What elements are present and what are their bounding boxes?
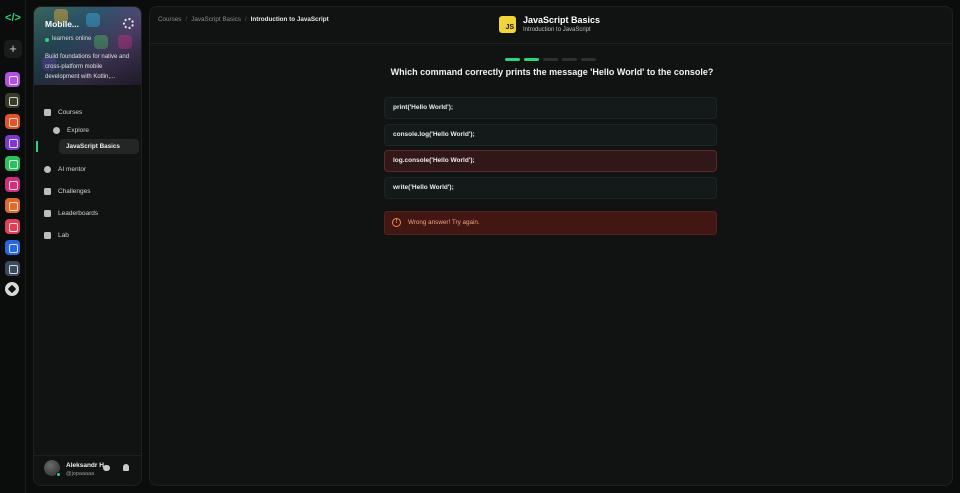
- course-subtitle: Introduction to JavaScript: [523, 27, 591, 33]
- app-pink-icon[interactable]: [5, 219, 20, 234]
- breadcrumb-item-course[interactable]: JavaScript Basics: [191, 16, 241, 23]
- online-count: learners online: [52, 36, 92, 42]
- active-indicator: [36, 141, 38, 152]
- main-panel: Courses / JavaScript Basics / Introduction t…: [149, 6, 953, 486]
- quiz-question: Which command correctly prints the messa…: [390, 67, 714, 77]
- sidebar-item-label: Leaderboards: [58, 209, 99, 217]
- progress-step: [562, 58, 577, 61]
- app-purple-infinity-icon[interactable]: [5, 135, 20, 150]
- answer-option[interactable]: write('Hello World');: [384, 177, 717, 199]
- feedback-alert: ! Wrong answer! Try again.: [384, 211, 717, 235]
- sidebar-item-label: Challenges: [58, 187, 91, 195]
- sidebar-item-label: Explore: [67, 126, 90, 134]
- breadcrumb-item-courses[interactable]: Courses: [158, 16, 181, 23]
- breadcrumb: Courses / JavaScript Basics / Introduction t…: [158, 16, 329, 23]
- answer-option[interactable]: console.log('Hello World');: [384, 124, 717, 146]
- sidebar-item-courses[interactable]: Courses: [44, 105, 82, 119]
- app-orange-shield-icon[interactable]: [5, 114, 20, 129]
- progress-step: [524, 58, 539, 61]
- user-panel[interactable]: Aleksandr H. @jopaaaaa: [34, 455, 141, 485]
- gear-icon[interactable]: [123, 18, 134, 29]
- course-description: Build foundations for native and cross-p…: [45, 54, 130, 80]
- breadcrumb-separator: /: [244, 16, 247, 23]
- app-magenta-icon[interactable]: [5, 177, 20, 192]
- javascript-logo-icon: JS: [499, 16, 516, 33]
- app-purple-icon[interactable]: [5, 72, 20, 87]
- sidebar-item-label: Courses: [58, 108, 83, 116]
- breadcrumb-item-current: Introduction to JavaScript: [250, 16, 329, 23]
- progress-step: [543, 58, 558, 61]
- banner-title: Mobile...: [45, 19, 79, 29]
- warning-icon: !: [392, 218, 401, 227]
- app-blue-icon[interactable]: [5, 240, 20, 255]
- compass-icon: [53, 126, 60, 134]
- sidebar-item-challenges[interactable]: Challenges: [44, 184, 91, 198]
- app-yellow-icon[interactable]: [5, 93, 20, 108]
- bell-icon[interactable]: [123, 464, 129, 471]
- sidebar-item-javascript-basics[interactable]: JavaScript Basics: [59, 139, 139, 154]
- flask-icon: [44, 231, 51, 239]
- sidebar-item-label: Lab: [58, 231, 69, 239]
- add-app-button[interactable]: +: [4, 40, 22, 58]
- app-slate-icon[interactable]: [5, 261, 20, 276]
- answer-option-selected[interactable]: log.console('Hello World');: [384, 150, 717, 172]
- user-name: Aleksandr H.: [66, 462, 106, 469]
- app-orange-icon[interactable]: [5, 198, 20, 213]
- sidebar-item-ai-mentor[interactable]: AI mentor: [44, 162, 86, 176]
- book-icon: [44, 108, 51, 116]
- code-logo-icon[interactable]: </>: [5, 10, 21, 26]
- online-dot-icon: [45, 38, 49, 42]
- app-rail: </> +: [0, 0, 26, 493]
- trophy-icon: [44, 209, 51, 217]
- sidebar: Mobile... learners online Build foundati…: [33, 6, 142, 486]
- sidebar-item-explore[interactable]: Explore: [53, 123, 89, 137]
- sidebar-item-leaderboards[interactable]: Leaderboards: [44, 206, 98, 220]
- feedback-text: Wrong answer! Try again.: [408, 219, 480, 226]
- online-status-icon: [56, 472, 61, 477]
- sidebar-item-lab[interactable]: Lab: [44, 228, 69, 242]
- lesson-progress: [505, 58, 597, 62]
- user-handle: @jopaaaaa: [66, 471, 95, 477]
- progress-step: [581, 58, 596, 61]
- answer-option[interactable]: print('Hello World');: [384, 97, 717, 119]
- sidebar-item-label: AI mentor: [58, 165, 87, 173]
- brain-icon: [44, 165, 51, 173]
- app-green-icon[interactable]: [5, 156, 20, 171]
- course-title: JavaScript Basics: [523, 15, 601, 25]
- breadcrumb-separator: /: [185, 16, 188, 23]
- flag-icon: [44, 187, 51, 195]
- compass-icon[interactable]: [5, 282, 19, 296]
- top-bar: Courses / JavaScript Basics / Introduction t…: [150, 7, 952, 44]
- progress-step: [505, 58, 520, 61]
- course-banner[interactable]: Mobile... learners online Build foundati…: [34, 7, 141, 85]
- chat-icon[interactable]: [103, 465, 110, 471]
